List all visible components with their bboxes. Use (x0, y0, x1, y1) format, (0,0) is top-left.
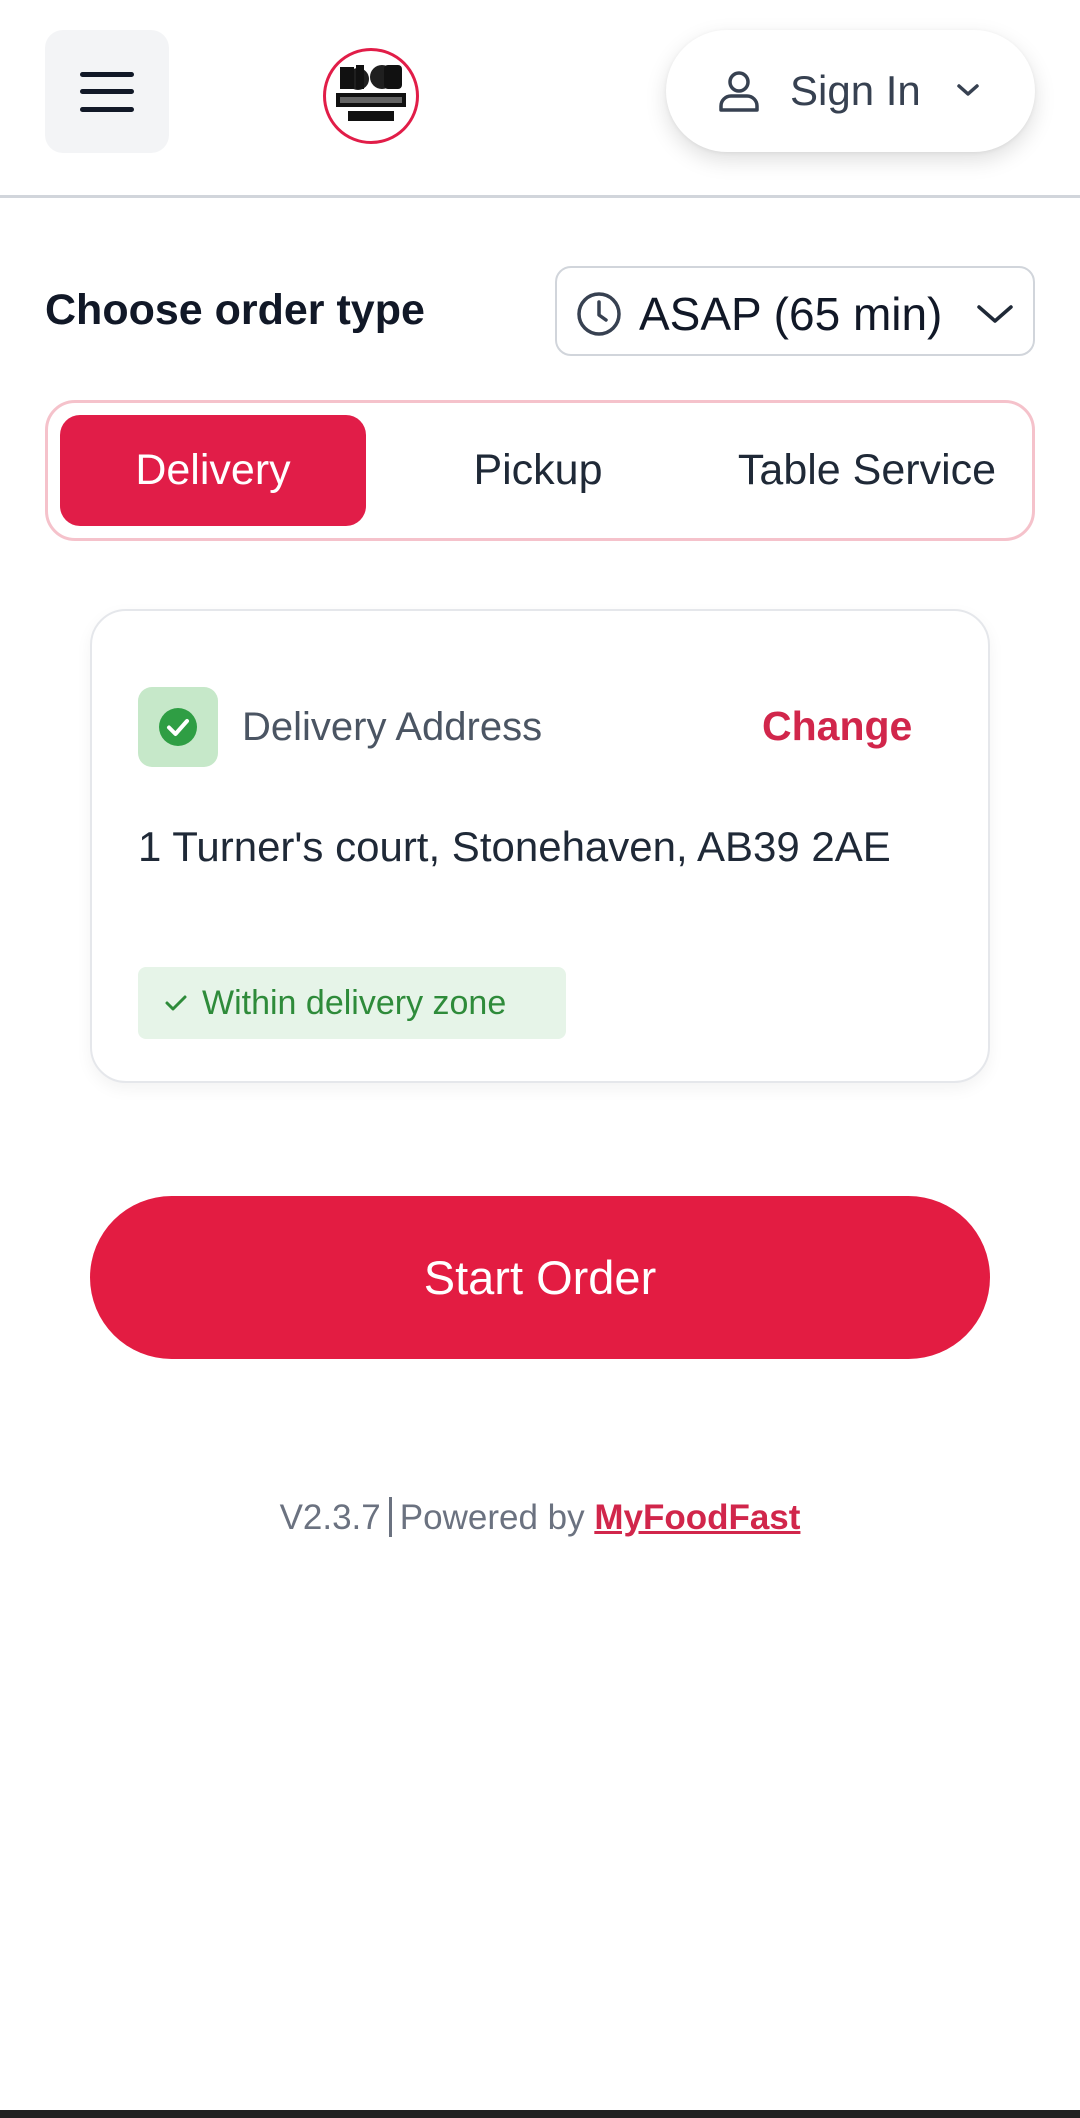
tab-delivery[interactable]: Delivery (60, 415, 366, 526)
sign-in-label: Sign In (790, 67, 921, 114)
check-icon (165, 995, 187, 1011)
myfoodfast-link[interactable]: MyFoodFast (594, 1498, 800, 1537)
menu-button[interactable] (45, 30, 169, 153)
footer-divider (388, 1497, 392, 1537)
time-select-value: ASAP (65 min) (639, 288, 943, 340)
delivery-address-title: Delivery Address (242, 705, 543, 749)
order-type-label: Choose order type (45, 286, 425, 334)
version-text: V2.3.7 (279, 1498, 381, 1537)
footer: V2.3.7 Powered by MyFoodFast (0, 1494, 1080, 1542)
app-header: Sign In (0, 0, 1080, 198)
change-address-link[interactable]: Change (762, 701, 912, 751)
delivery-zone-text: Within delivery zone (202, 984, 507, 1022)
powered-by-text: Powered by (399, 1498, 585, 1537)
order-type-tabs: Delivery Pickup Table Service (45, 400, 1035, 541)
clock-icon (577, 292, 621, 336)
chevron-down-icon (957, 84, 979, 96)
delivery-zone-badge: Within delivery zone (138, 967, 566, 1039)
hamburger-menu-icon (80, 71, 134, 112)
time-select[interactable]: ASAP (65 min) (555, 266, 1035, 356)
brand-logo[interactable] (323, 48, 419, 144)
system-nav-bar (0, 2110, 1080, 2118)
chevron-down-icon (977, 305, 1013, 323)
check-badge (138, 687, 218, 767)
tab-table-service[interactable]: Table Service (708, 415, 1026, 526)
start-order-button[interactable]: Start Order (90, 1196, 990, 1359)
delivery-address-text: 1 Turner's court, Stonehaven, AB39 2AE (138, 823, 891, 870)
tab-pickup[interactable]: Pickup (393, 415, 683, 526)
pizza-logo-icon (327, 52, 415, 140)
check-circle-icon (159, 708, 197, 746)
user-icon (719, 71, 759, 112)
delivery-address-card: Delivery Address Change 1 Turner's court… (90, 609, 990, 1083)
sign-in-button[interactable]: Sign In (666, 30, 1035, 152)
